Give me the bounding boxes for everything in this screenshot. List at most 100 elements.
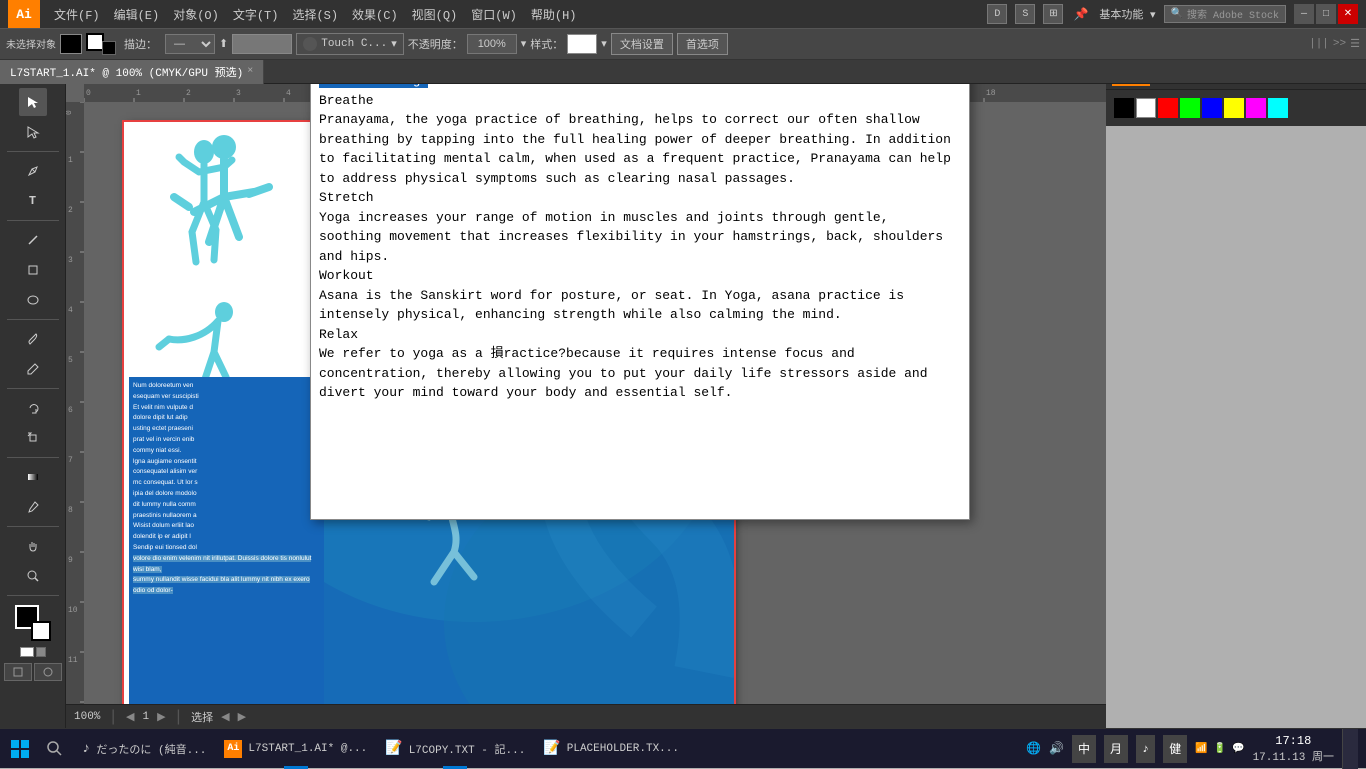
tool-pencil[interactable] <box>19 355 47 383</box>
status-sep-2: | <box>174 708 184 726</box>
notepad1-icon: 📝 <box>385 740 402 757</box>
plugin-icon-1[interactable]: D <box>987 4 1007 24</box>
notepad-text-area[interactable]: Transform Yoga Breathe Pranayama, the yo… <box>311 67 969 519</box>
tool-ellipse[interactable] <box>19 286 47 314</box>
minimize-btn[interactable]: — <box>1294 4 1314 24</box>
preferences-button[interactable]: 首选项 <box>677 33 728 55</box>
taskbar-app-illustrator[interactable]: Ai L7START_1.AI* @... <box>216 729 375 769</box>
tool-sep-5 <box>7 457 59 458</box>
menu-text[interactable]: 文字(T) <box>227 4 285 25</box>
tool-sep-1 <box>7 151 59 152</box>
close-btn[interactable]: ✕ <box>1338 4 1358 24</box>
tool-stroke-color[interactable] <box>31 621 51 641</box>
scroll-right[interactable]: ▶ <box>238 710 246 724</box>
expand-icon[interactable]: >> <box>1333 38 1346 50</box>
menu-effect[interactable]: 效果(C) <box>346 4 404 25</box>
tool-selection[interactable] <box>19 88 47 116</box>
swatch-green[interactable] <box>1180 98 1200 118</box>
menu-view[interactable]: 视图(Q) <box>406 4 464 25</box>
swatch-cyan[interactable] <box>1268 98 1288 118</box>
tool-extra-2[interactable] <box>34 663 62 681</box>
tool-zoom[interactable] <box>19 562 47 590</box>
menu-select[interactable]: 选择(S) <box>286 4 344 25</box>
tool-colors <box>15 605 51 641</box>
menu-help[interactable]: 帮助(H) <box>525 4 583 25</box>
taskbar-search[interactable] <box>40 729 70 769</box>
ime-box-2[interactable]: 月 <box>1104 735 1128 763</box>
brush-preview <box>232 34 292 54</box>
ime-box-3[interactable]: ♪ <box>1136 735 1155 763</box>
tool-color-switches <box>20 647 46 657</box>
arrange-icon[interactable]: ||| <box>1309 38 1329 50</box>
tool-rect[interactable] <box>19 256 47 284</box>
fill-color[interactable] <box>60 34 82 54</box>
swatch-red[interactable] <box>1158 98 1178 118</box>
svg-text:8: 8 <box>68 506 73 515</box>
swatch-white[interactable] <box>1136 98 1156 118</box>
start-button[interactable] <box>0 729 40 769</box>
swatch-black[interactable] <box>1114 98 1134 118</box>
music-app-label: だったのに (純音... <box>96 741 206 757</box>
tool-type[interactable]: T <box>19 187 47 215</box>
opacity-arrow: ▾ <box>521 37 527 51</box>
maximize-btn[interactable]: □ <box>1316 4 1336 24</box>
taskbar-app-music[interactable]: ♪ だったのに (純音... <box>74 729 214 769</box>
pin-icon[interactable]: 📌 <box>1071 4 1091 24</box>
windows-icon <box>10 739 30 759</box>
stroke-indicator[interactable] <box>86 33 116 55</box>
tray-icon-volume[interactable]: 🔊 <box>1049 741 1064 756</box>
menu-object[interactable]: 对象(O) <box>167 4 225 25</box>
page-number: 1 <box>142 711 149 723</box>
ime-box-1[interactable]: 中 <box>1072 735 1096 763</box>
show-desktop-btn[interactable] <box>1342 729 1358 769</box>
opacity-input[interactable] <box>467 34 517 54</box>
menu-edit[interactable]: 编辑(E) <box>108 4 166 25</box>
tool-pen[interactable] <box>19 157 47 185</box>
tab-close-btn[interactable]: × <box>247 66 253 77</box>
ai-taskbar-icon: Ai <box>224 740 242 758</box>
hamburger-icon[interactable]: ☰ <box>1350 37 1360 51</box>
tool-brush[interactable] <box>19 325 47 353</box>
tool-sep-3 <box>7 319 59 320</box>
grid-icon[interactable]: ⊞ <box>1043 4 1063 24</box>
ime-box-4[interactable]: 健 <box>1163 735 1187 763</box>
tool-scale[interactable] <box>19 424 47 452</box>
swatch-blue[interactable] <box>1202 98 1222 118</box>
menu-file[interactable]: 文件(F) <box>48 4 106 25</box>
doc-setup-button[interactable]: 文档设置 <box>611 33 673 55</box>
tool-sep-2 <box>7 220 59 221</box>
touch-dropdown[interactable]: Touch C... ▾ <box>296 33 404 55</box>
scroll-left[interactable]: ◀ <box>221 710 229 724</box>
tool-sep-7 <box>7 595 59 596</box>
taskbar-app-notepad1[interactable]: 📝 L7COPY.TXT - 記... <box>377 729 533 769</box>
tool-gradient[interactable] <box>19 463 47 491</box>
swatch-magenta[interactable] <box>1246 98 1266 118</box>
stroke-select[interactable]: — <box>165 34 215 54</box>
tool-line[interactable] <box>19 226 47 254</box>
plugin-icon-2[interactable]: S <box>1015 4 1035 24</box>
style-swatch[interactable] <box>567 34 597 54</box>
tool-eyedropper[interactable] <box>19 493 47 521</box>
tray-icon-network[interactable]: 🌐 <box>1026 741 1041 756</box>
taskbar-app-notepad2[interactable]: 📝 PLACEHOLDER.TX... <box>535 729 687 769</box>
search-box[interactable]: 🔍 搜索 Adobe Stock <box>1164 5 1286 23</box>
page-nav-next[interactable]: ▶ <box>157 710 165 724</box>
tool-bottom-btns <box>4 663 62 681</box>
swatch-yellow[interactable] <box>1224 98 1244 118</box>
notepad-window: 📝 L7COPY.TXT - 记事本 — □ ✕ 文件(F) 编辑(E) 格式(… <box>310 10 970 520</box>
taskbar-right-area: 🌐 🔊 中 月 ♪ 健 📶 🔋 💬 17:18 17.11.13 周一 <box>1018 729 1366 769</box>
page-nav-prev[interactable]: ◀ <box>126 710 134 724</box>
tool-none-btn[interactable] <box>20 647 34 657</box>
tool-sep-4 <box>7 388 59 389</box>
touch-icon <box>303 37 317 51</box>
tab-main[interactable]: L7START_1.AI* @ 100% (CMYK/GPU 预选) × <box>0 60 264 84</box>
tool-direct-select[interactable] <box>19 118 47 146</box>
svg-text:4: 4 <box>286 89 291 98</box>
tool-extra-1[interactable] <box>4 663 32 681</box>
tool-color-mode[interactable] <box>36 647 46 657</box>
tool-rotate[interactable] <box>19 394 47 422</box>
menu-window[interactable]: 窗口(W) <box>465 4 523 25</box>
tool-hand[interactable] <box>19 532 47 560</box>
search-placeholder: 搜索 Adobe Stock <box>1187 6 1279 22</box>
search-icon: 🔍 <box>1171 8 1183 20</box>
